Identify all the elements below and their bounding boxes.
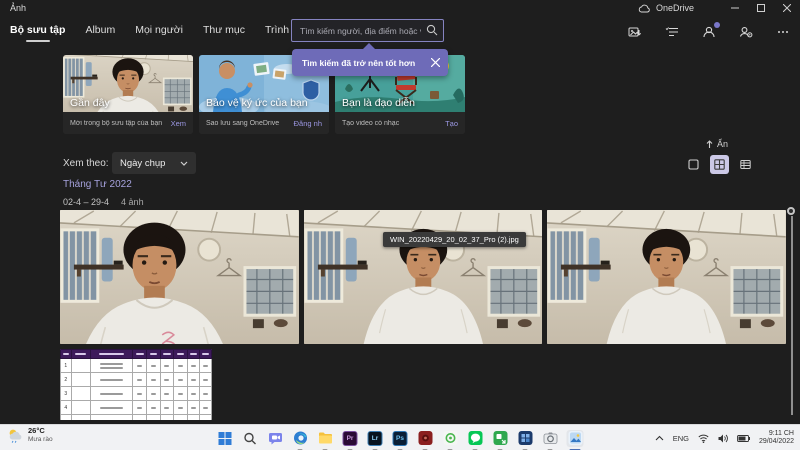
account-notification-button[interactable]: [700, 23, 718, 41]
green-share-app-icon[interactable]: [492, 430, 509, 447]
weather-temp: 26°C: [28, 427, 53, 436]
grid-view-button[interactable]: [710, 155, 729, 174]
tab-collection[interactable]: Bộ sưu tập: [10, 20, 65, 44]
lightroom-icon[interactable]: Lr: [367, 430, 384, 447]
camera-app-icon[interactable]: [542, 430, 559, 447]
battery-icon[interactable]: [737, 435, 750, 442]
app-title: Ảnh: [10, 3, 26, 13]
select-button[interactable]: [663, 23, 681, 41]
chevron-down-icon: [180, 161, 188, 166]
recent-card-link[interactable]: Xem: [166, 119, 186, 128]
quik-app-icon[interactable]: [442, 430, 459, 447]
onedrive-label: OneDrive: [656, 3, 694, 13]
weather-condition: Mưa rào: [28, 436, 53, 443]
backup-card-link[interactable]: Đăng nh: [289, 119, 322, 128]
language-indicator[interactable]: ENG: [673, 434, 689, 443]
view-by-label: Xem theo:: [63, 158, 109, 169]
photo-thumbnail-2[interactable]: [304, 210, 543, 344]
volume-icon[interactable]: [718, 434, 728, 443]
weather-icon: [7, 427, 23, 443]
photoshop-icon[interactable]: Ps: [392, 430, 409, 447]
notification-badge: [714, 22, 720, 28]
premiere-pro-icon[interactable]: Pr: [342, 430, 359, 447]
search-improved-tooltip: Tìm kiếm đã trở nên tốt hơn: [292, 49, 448, 76]
arrow-up-icon: [706, 140, 713, 148]
date-range: 02-4 – 29-4: [63, 197, 109, 207]
red-media-app-icon[interactable]: [417, 430, 434, 447]
line-app-icon[interactable]: [467, 430, 484, 447]
sort-dropdown[interactable]: Ngày chụp: [112, 152, 196, 174]
maximize-button[interactable]: [748, 0, 774, 16]
search-icon[interactable]: [426, 24, 438, 36]
director-card-title: Bạn là đạo diễn: [342, 97, 415, 109]
taskbar-search-icon[interactable]: [242, 430, 259, 447]
edge-icon[interactable]: [292, 430, 309, 447]
minimize-button[interactable]: [722, 0, 748, 16]
director-card-subtitle: Tạo video có nhạc: [342, 120, 399, 127]
sort-dropdown-value: Ngày chụp: [120, 158, 165, 169]
blue-grid-app-icon[interactable]: [517, 430, 534, 447]
file-explorer-icon[interactable]: [317, 430, 334, 447]
collapse-label: Ẩn: [717, 139, 728, 149]
onedrive-status[interactable]: OneDrive: [638, 3, 694, 13]
clock[interactable]: 9:11 CH 29/04/2022: [759, 430, 794, 447]
teams-chat-icon[interactable]: [267, 430, 284, 447]
photo-thumbnail-4-table[interactable]: 1234: [60, 349, 212, 420]
backup-card-subtitle: Sao lưu sang OneDrive: [206, 120, 279, 127]
photos-app-icon[interactable]: [567, 430, 584, 447]
tray-expand-icon[interactable]: [655, 435, 664, 441]
weather-widget[interactable]: 26°C Mưa rào: [7, 427, 53, 443]
tab-album[interactable]: Album: [85, 20, 115, 44]
titlebar: Ảnh OneDrive: [0, 0, 800, 16]
taskbar-icons: Pr Lr Ps: [217, 425, 584, 450]
photos-app-window: Ảnh OneDrive Bộ sưu tập Album Mọi người …: [0, 0, 800, 450]
tray-date: 29/04/2022: [759, 438, 794, 446]
recent-card-subtitle: Mới trong bộ sưu tập của bạn: [70, 120, 162, 127]
photo-grid: [60, 210, 786, 344]
director-card-link[interactable]: Tạo: [440, 119, 458, 128]
tab-people[interactable]: Mọi người: [135, 20, 183, 44]
timeline-scrollbar-track[interactable]: [791, 216, 793, 415]
system-tray: ENG 9:11 CH 29/04/2022: [655, 425, 794, 450]
search-box: [291, 19, 444, 42]
cloud-icon: [638, 4, 651, 13]
view-mode-buttons: [684, 155, 755, 174]
tray-time: 9:11 CH: [769, 430, 794, 438]
photo-count: 4 ảnh: [121, 197, 144, 207]
collapse-link[interactable]: Ẩn: [706, 139, 728, 149]
more-button[interactable]: [774, 23, 792, 41]
wifi-icon[interactable]: [698, 434, 709, 443]
card-recent[interactable]: Gần đây Mới trong bộ sưu tập của bạn Xem: [63, 55, 193, 134]
tooltip-close-icon[interactable]: [431, 58, 440, 67]
taskbar: 26°C Mưa rào Pr Lr Ps ENG: [0, 424, 800, 450]
select-mode-button[interactable]: [684, 155, 703, 174]
search-input[interactable]: [291, 19, 444, 42]
people-settings-button[interactable]: [737, 23, 755, 41]
tooltip-text: Tìm kiếm đã trở nên tốt hơn: [302, 58, 415, 68]
import-button[interactable]: [626, 23, 644, 41]
filename-tooltip: WIN_20220429_20_02_37_Pro (2).jpg: [383, 232, 526, 247]
tab-folders[interactable]: Thư mục: [203, 20, 245, 44]
timeline-scrollbar-knob[interactable]: [787, 207, 795, 215]
month-header[interactable]: Tháng Tư 2022: [63, 179, 132, 190]
date-range-row: 02-4 – 29-4 4 ảnh: [63, 197, 144, 207]
recent-card-title: Gần đây: [70, 97, 110, 109]
photo-thumbnail-1[interactable]: [60, 210, 299, 344]
backup-card-title: Bảo vệ ký ức của bạn: [206, 97, 308, 109]
start-button[interactable]: [217, 430, 234, 447]
photo-thumbnail-3[interactable]: [547, 210, 786, 344]
details-view-button[interactable]: [736, 155, 755, 174]
navigation-bar: Bộ sưu tập Album Mọi người Thư mục Trình…: [0, 16, 800, 48]
close-button[interactable]: [774, 0, 800, 16]
